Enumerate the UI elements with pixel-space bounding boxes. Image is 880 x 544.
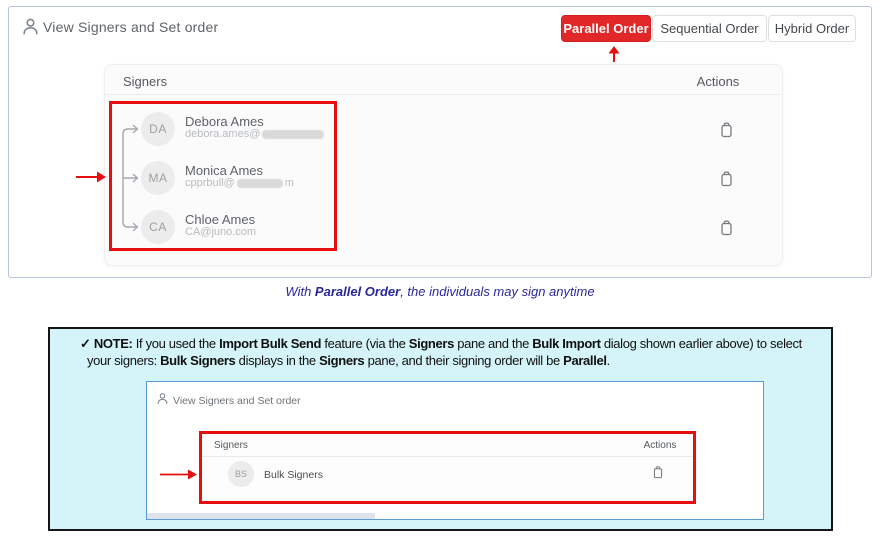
signers-card: Signers Actions DA Debora Ames debora.am… [104, 64, 783, 266]
note-line-2: your signers: Bulk Signers displays in t… [80, 352, 802, 369]
panel-title: View Signers and Set order [43, 19, 218, 35]
avatar: MA [141, 161, 175, 195]
header-divider [202, 456, 693, 457]
red-up-arrow-annotation [607, 45, 621, 63]
delete-icon [719, 121, 734, 138]
red-highlight-rectangle: Signers Actions BS Bulk Signers [199, 431, 696, 504]
sequential-order-button[interactable]: Sequential Order [652, 15, 767, 42]
signer-name: Chloe Ames [185, 212, 255, 227]
redacted-email-blur [262, 130, 324, 139]
avatar: DA [141, 112, 175, 146]
delete-icon [719, 170, 734, 187]
note-text: ✓ NOTE: If you used the Import Bulk Send… [80, 335, 802, 369]
delete-signer-button[interactable] [719, 121, 734, 138]
view-signers-panel: View Signers and Set order Parallel Orde… [8, 6, 872, 278]
caption-text: With Parallel Order, the individuals may… [0, 284, 880, 299]
red-right-arrow-annotation [75, 170, 107, 184]
mini-panel-title: View Signers and Set order [173, 395, 301, 407]
page-background: { "main_panel": { "title": "View Signers… [0, 0, 880, 544]
person-icon [21, 17, 40, 36]
delete-signer-button[interactable] [719, 219, 734, 236]
signer-email: cpprbull@m [185, 177, 294, 189]
signer-email: CA@juno.com [185, 226, 256, 238]
signer-email: debora.ames@ [185, 128, 324, 140]
delete-icon [652, 465, 664, 479]
note-line-1: ✓ NOTE: If you used the Import Bulk Send… [80, 335, 802, 352]
signers-column-header: Signers [214, 440, 248, 451]
note-box: ✓ NOTE: If you used the Import Bulk Send… [48, 327, 833, 531]
redacted-email-blur [237, 179, 283, 188]
person-icon [156, 392, 169, 405]
avatar: BS [228, 461, 254, 487]
signer-name: Bulk Signers [264, 469, 323, 481]
delete-icon [719, 219, 734, 236]
parallel-order-button[interactable]: Parallel Order [561, 15, 651, 42]
red-right-arrow-annotation [159, 468, 199, 481]
delete-signer-button[interactable] [719, 170, 734, 187]
avatar: CA [141, 210, 175, 244]
signer-name: Monica Ames [185, 163, 263, 178]
header-divider [105, 94, 782, 95]
actions-column-header: Actions [636, 440, 684, 451]
signer-name: Debora Ames [185, 114, 264, 129]
signers-column-header: Signers [123, 74, 167, 89]
hybrid-order-button[interactable]: Hybrid Order [768, 15, 856, 42]
cropped-element-edge [147, 513, 375, 519]
actions-column-header: Actions [693, 74, 743, 89]
note-screenshot: View Signers and Set order Signers Actio… [146, 381, 764, 520]
